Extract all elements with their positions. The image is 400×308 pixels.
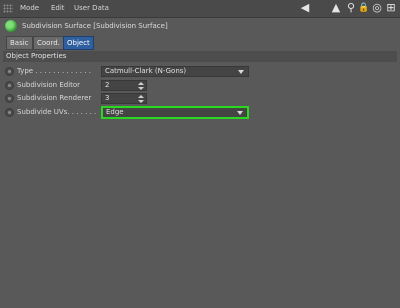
up-arrow-icon[interactable]: ▲ xyxy=(329,1,343,15)
menu-bar: Mode Edit User Data ◀ ▲ ⚲ 🔒 ◎ ⊞ xyxy=(0,0,400,18)
target-icon[interactable]: ◎ xyxy=(370,1,384,15)
object-title: Subdivision Surface [Subdivision Surface… xyxy=(22,22,168,30)
subdivision-editor-field[interactable]: 2 xyxy=(101,80,147,91)
type-dropdown[interactable]: Catmull-Clark (N-Gons) xyxy=(101,66,249,77)
menu-edit[interactable]: Edit xyxy=(51,4,65,12)
animate-radio[interactable] xyxy=(5,67,14,76)
back-arrow-icon[interactable]: ◀ xyxy=(298,1,312,15)
chevron-down-icon xyxy=(237,111,243,115)
property-row-type: Type . . . . . . . . . . . . . Catmull-C… xyxy=(5,66,395,77)
chevron-down-icon xyxy=(238,70,244,74)
tab-coord[interactable]: Coord. xyxy=(33,36,64,50)
subdivision-renderer-field[interactable]: 3 xyxy=(101,93,147,104)
stepper-arrows-icon[interactable] xyxy=(138,82,144,90)
grip-handle-icon[interactable] xyxy=(3,4,13,13)
animate-radio[interactable] xyxy=(5,94,14,103)
lock-icon[interactable]: 🔒 xyxy=(357,1,371,15)
new-window-icon[interactable]: ⊞ xyxy=(384,1,398,15)
property-label: Subdivision Renderer xyxy=(17,94,92,102)
menu-user-data[interactable]: User Data xyxy=(74,4,109,12)
tab-basic[interactable]: Basic xyxy=(6,36,33,50)
dropdown-value: Edge xyxy=(106,108,124,116)
stepper-arrows-icon[interactable] xyxy=(138,95,144,103)
property-label: Subdivision Editor xyxy=(17,81,81,89)
search-icon[interactable]: ⚲ xyxy=(344,1,358,15)
section-header: Object Properties xyxy=(3,51,397,62)
property-label: Type . . . . . . . . . . . . . xyxy=(17,67,91,75)
dropdown-value: Catmull-Clark (N-Gons) xyxy=(105,67,187,75)
property-row-subdivide-uvs: Subdivide UVs. . . . . . . Edge xyxy=(5,106,395,119)
property-row-subdivision-editor: Subdivision Editor 2 xyxy=(5,80,395,91)
object-title-bar: Subdivision Surface [Subdivision Surface… xyxy=(0,18,400,35)
animate-radio[interactable] xyxy=(5,81,14,90)
field-value: 2 xyxy=(105,81,110,89)
animate-radio[interactable] xyxy=(5,108,14,117)
field-value: 3 xyxy=(105,94,110,102)
subdivide-uvs-dropdown[interactable]: Edge xyxy=(101,106,249,119)
tab-object[interactable]: Object xyxy=(63,36,94,50)
property-label: Subdivide UVs. . . . . . . xyxy=(17,108,97,116)
menu-mode[interactable]: Mode xyxy=(20,4,39,12)
property-row-subdivision-renderer: Subdivision Renderer 3 xyxy=(5,93,395,104)
subdivision-surface-icon xyxy=(5,20,17,32)
